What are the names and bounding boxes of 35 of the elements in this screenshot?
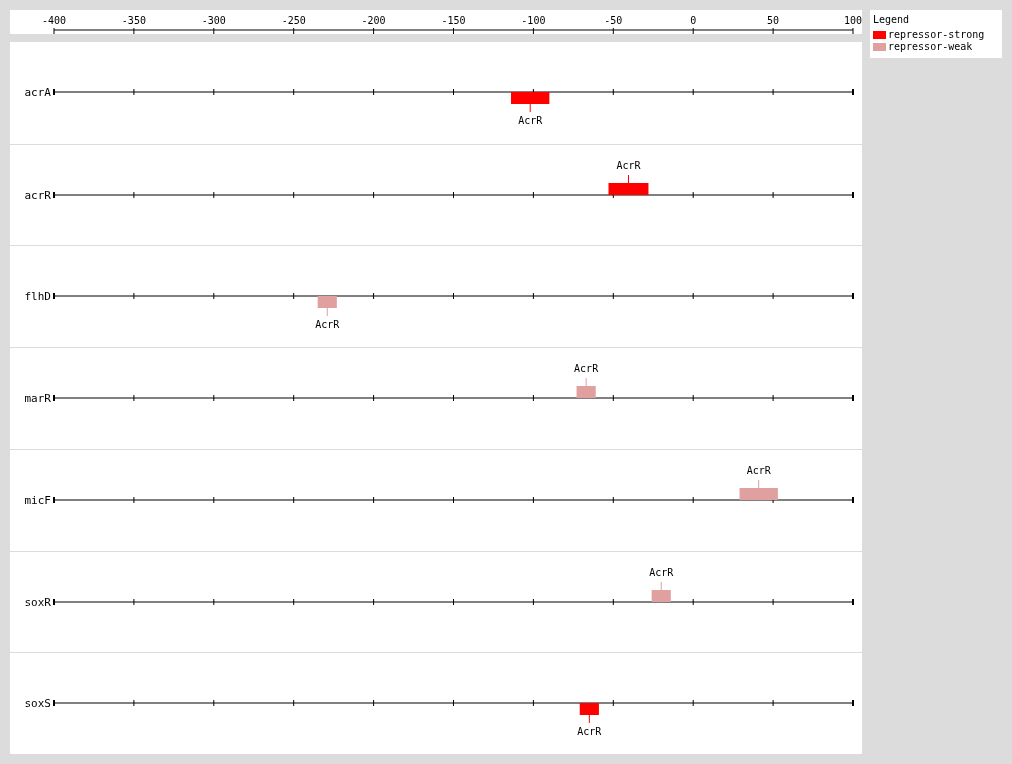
site-label: AcrR bbox=[616, 159, 641, 171]
site-label: AcrR bbox=[574, 363, 599, 375]
tick-label: -300 bbox=[201, 15, 226, 26]
leader-line bbox=[326, 307, 328, 317]
leader-line bbox=[628, 174, 629, 184]
site-label: AcrR bbox=[746, 464, 771, 476]
leader-line bbox=[588, 714, 590, 724]
gene-label: soxR bbox=[24, 595, 51, 609]
site-label: AcrR bbox=[518, 115, 543, 126]
leader-line bbox=[585, 377, 587, 387]
tick-label: -200 bbox=[361, 15, 386, 26]
leader-line bbox=[758, 479, 760, 489]
tick-label: 0 bbox=[690, 15, 697, 26]
gene-label: soxS bbox=[24, 697, 51, 711]
tick-label: 50 bbox=[767, 15, 780, 26]
tick-label: -400 bbox=[41, 15, 67, 26]
legend-label: repressor-strong bbox=[888, 29, 985, 41]
tick-label: -50 bbox=[604, 15, 623, 26]
gene-label: flhD bbox=[24, 290, 51, 304]
gene-label: acrA bbox=[24, 86, 51, 99]
tick-label: -350 bbox=[121, 15, 146, 26]
legend-label: repressor-weak bbox=[888, 41, 973, 53]
site-label: AcrR bbox=[577, 726, 602, 738]
gene-label: acrR bbox=[24, 188, 51, 202]
site-label: AcrR bbox=[649, 566, 674, 578]
leader-line bbox=[660, 581, 662, 590]
tick-label: 100 bbox=[843, 15, 862, 26]
tick-label: -100 bbox=[521, 15, 546, 26]
site-label: AcrR bbox=[315, 319, 340, 331]
tick-label: -250 bbox=[281, 15, 306, 26]
gene-label: micF bbox=[24, 493, 51, 507]
gene-label: marR bbox=[24, 392, 51, 406]
legend-title: Legend bbox=[873, 14, 911, 26]
tick-label: -150 bbox=[441, 15, 466, 26]
leader-line bbox=[529, 103, 531, 113]
